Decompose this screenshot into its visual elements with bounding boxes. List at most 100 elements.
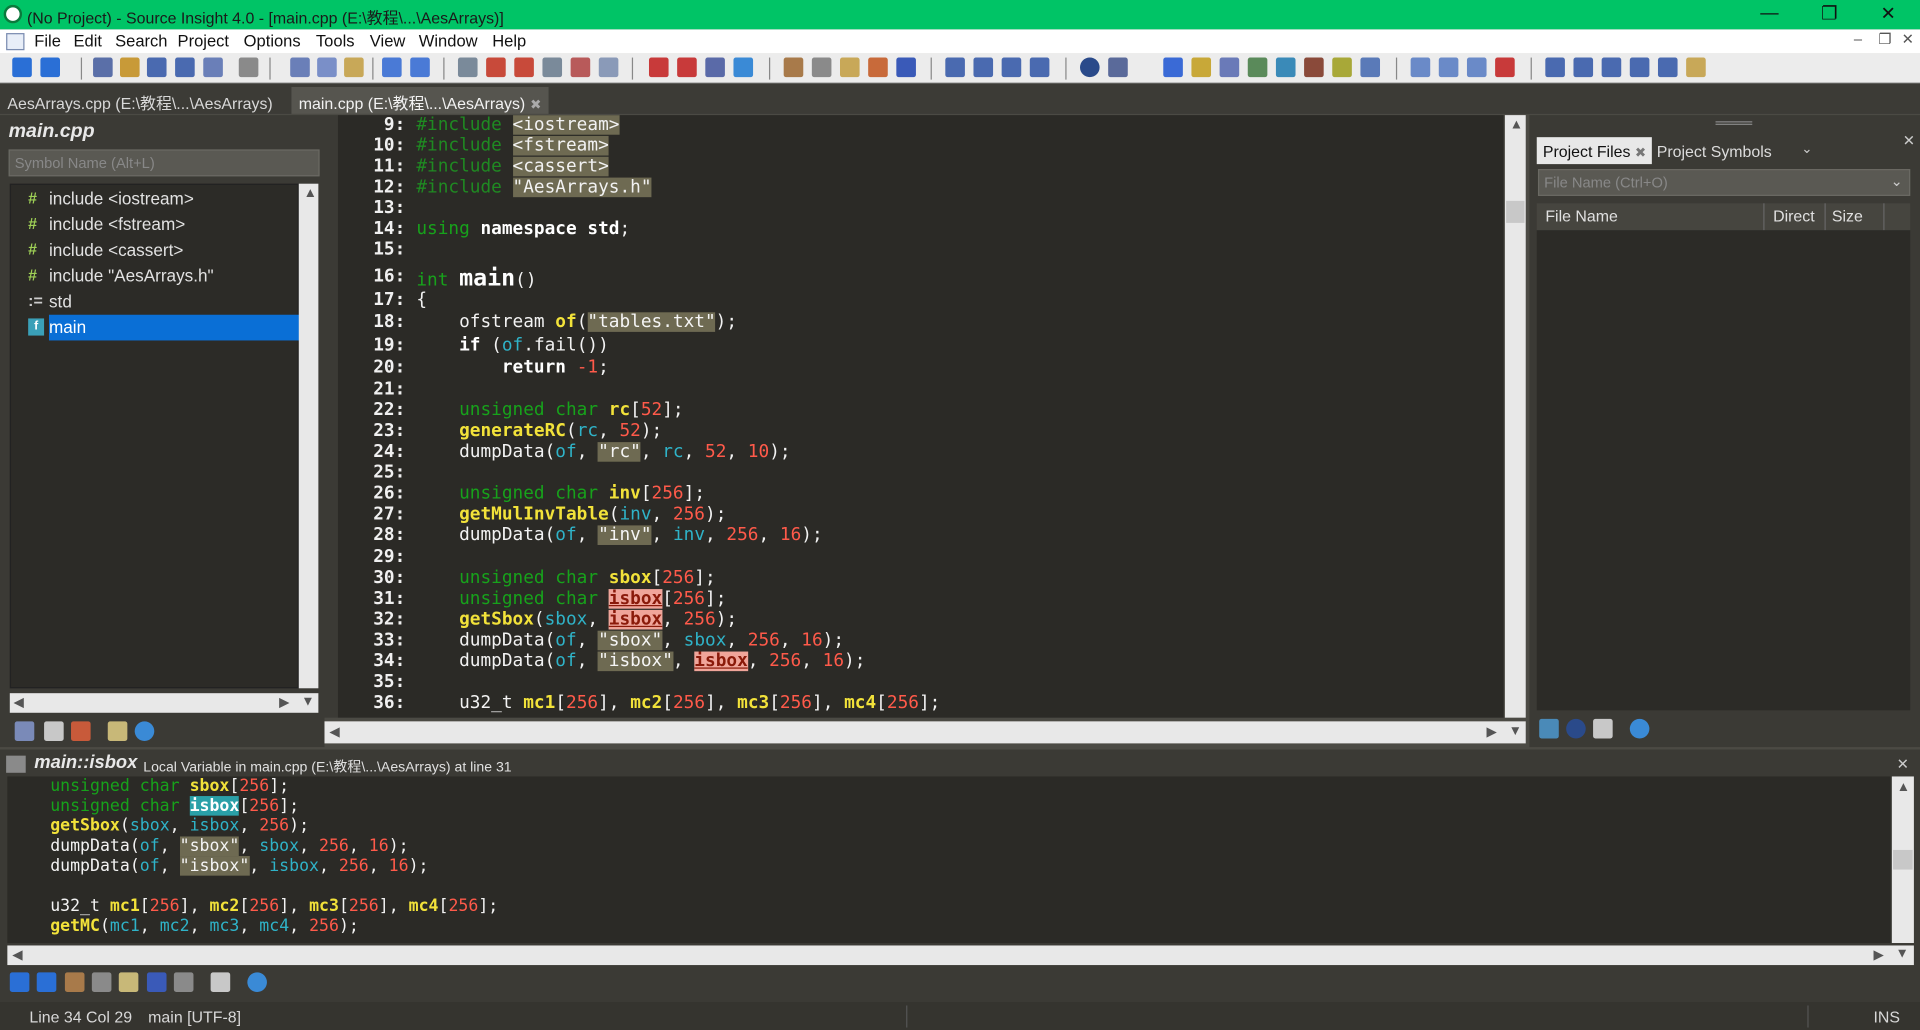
tools-icon[interactable]	[1304, 57, 1324, 78]
book-icon[interactable]	[107, 721, 128, 741]
file-name-input[interactable]: File Name (Ctrl+O) ⌄	[1537, 169, 1911, 196]
references-icon[interactable]	[868, 57, 888, 78]
mdi-close-icon[interactable]: ✕	[1902, 31, 1914, 48]
back-icon[interactable]	[12, 57, 32, 78]
symbol-horizontal-scrollbar[interactable]: ◀ ▶ ▼	[9, 693, 319, 713]
find-next-icon[interactable]	[514, 57, 534, 78]
browse-icon[interactable]	[840, 57, 860, 78]
tab-project-files[interactable]: Project Files ✖	[1536, 137, 1653, 165]
symbol-item-main[interactable]: f main	[11, 314, 301, 341]
relation-icon[interactable]	[896, 57, 916, 78]
menu-options[interactable]: Options	[244, 32, 301, 50]
mdi-minimize-icon[interactable]: –	[1854, 31, 1862, 48]
context-horizontal-scrollbar[interactable]: ◀ ▶ ▼	[7, 945, 1914, 966]
save-all-icon[interactable]	[175, 57, 195, 78]
close-file-icon[interactable]	[203, 57, 223, 78]
search-files-icon[interactable]	[570, 57, 591, 78]
close-context-icon[interactable]: ✕	[1897, 756, 1909, 773]
sort-icon[interactable]	[14, 721, 35, 741]
replace-icon[interactable]	[542, 57, 563, 78]
symbol-info-icon[interactable]	[783, 57, 804, 78]
symbol-info-icon[interactable]	[64, 972, 85, 993]
forward-icon[interactable]	[36, 972, 57, 993]
layout-3-icon[interactable]	[1001, 57, 1022, 78]
categories-icon[interactable]	[71, 721, 91, 741]
indent-left-icon[interactable]	[1410, 57, 1431, 78]
bookmark-next-icon[interactable]	[677, 57, 697, 78]
project-icon[interactable]	[1566, 718, 1586, 739]
d-icon[interactable]	[1629, 57, 1650, 78]
mdi-restore-icon[interactable]: ❐	[1878, 31, 1891, 48]
gear-icon[interactable]	[1629, 718, 1650, 739]
symbol-item[interactable]: # include "AesArrays.h"	[11, 263, 300, 289]
context-window-icon[interactable]	[1219, 57, 1240, 78]
close-panel-icon[interactable]: ✕	[1903, 132, 1915, 149]
close-tab-icon[interactable]: ✖	[1635, 146, 1646, 161]
list-view-icon[interactable]	[44, 721, 64, 741]
chevron-down-icon[interactable]: ⌄	[1801, 141, 1812, 157]
editor-vertical-scrollbar[interactable]: ▲	[1504, 115, 1526, 718]
drag-handle[interactable]	[1715, 121, 1753, 125]
scroll-thumb[interactable]	[1506, 200, 1525, 223]
a-icon[interactable]	[1545, 57, 1565, 78]
menu-file[interactable]: File	[34, 32, 61, 50]
menu-search[interactable]: Search	[115, 32, 167, 50]
close-tab-icon[interactable]: ✖	[530, 98, 541, 113]
star-icon[interactable]	[733, 57, 754, 78]
relation-icon[interactable]	[146, 972, 167, 993]
context-code[interactable]: unsigned char sbox[256]; unsigned char i…	[7, 776, 1891, 944]
minimize-icon[interactable]: —	[1751, 2, 1788, 23]
c-icon[interactable]	[1601, 57, 1622, 78]
tab-main-cpp[interactable]: main.cpp (E:\教程\...\AesArrays) ✖	[291, 86, 549, 114]
e-icon[interactable]	[1657, 57, 1678, 78]
highlight-icon[interactable]	[1332, 57, 1352, 78]
column-direct[interactable]: Direct	[1773, 207, 1815, 225]
column-size[interactable]: Size	[1832, 207, 1863, 225]
wrap-icon[interactable]	[1466, 57, 1487, 78]
scroll-thumb[interactable]	[1893, 849, 1913, 870]
menu-window[interactable]: Window	[419, 32, 478, 50]
b-icon[interactable]	[1573, 57, 1594, 78]
symbol-window-icon[interactable]	[1163, 57, 1183, 78]
tab-project-symbols[interactable]: Project Symbols	[1651, 137, 1778, 164]
copy-icon[interactable]	[317, 57, 337, 78]
project-file-list[interactable]	[1536, 230, 1911, 711]
layout-1-icon[interactable]	[945, 57, 965, 78]
code-editor[interactable]: 9: 10: 11: 12: 13: 14: 15: 16: 17: 18: 19: 20: 21: 22…	[337, 115, 1504, 718]
menu-project[interactable]: Project	[178, 32, 229, 50]
project-icon[interactable]	[1080, 57, 1100, 78]
redo-icon[interactable]	[410, 57, 430, 78]
indent-right-icon[interactable]	[1438, 57, 1459, 78]
menu-edit[interactable]: Edit	[73, 32, 101, 50]
undo-icon[interactable]	[382, 57, 402, 78]
symbol-item[interactable]: # include <fstream>	[11, 212, 300, 238]
sync-icon[interactable]	[1108, 57, 1128, 78]
menu-tools[interactable]: Tools	[316, 32, 355, 50]
symbol-item[interactable]: # include <iostream>	[11, 186, 300, 212]
menu-help[interactable]: Help	[492, 32, 526, 50]
relation-window-icon[interactable]	[1191, 57, 1212, 78]
document-menu-icon[interactable]	[6, 33, 25, 51]
close-all-icon[interactable]	[1495, 57, 1515, 78]
cut-icon[interactable]	[290, 57, 310, 78]
home-icon[interactable]	[1275, 57, 1296, 78]
print-icon[interactable]	[238, 57, 259, 78]
sync-icon[interactable]	[1539, 718, 1559, 739]
lock-icon[interactable]	[210, 972, 231, 993]
list-icon[interactable]	[173, 972, 194, 993]
find-prev-icon[interactable]	[486, 57, 506, 78]
bookmark-icon[interactable]	[648, 57, 669, 78]
forward-icon[interactable]	[40, 57, 61, 78]
f-icon[interactable]	[1686, 57, 1706, 78]
list-icon[interactable]	[1593, 718, 1613, 739]
symbol-item[interactable]: # include <cassert>	[11, 238, 300, 264]
lookup-icon[interactable]	[598, 57, 619, 78]
layout-4-icon[interactable]	[1029, 57, 1050, 78]
jump-def-icon[interactable]	[811, 57, 832, 78]
symbol-item[interactable]: := std	[11, 289, 300, 315]
new-file-icon[interactable]	[93, 57, 113, 78]
clip-window-icon[interactable]	[1247, 57, 1268, 78]
gear-icon[interactable]	[247, 972, 267, 993]
editor-horizontal-scrollbar[interactable]: ◀ ▶ ▼	[324, 721, 1526, 744]
layout-2-icon[interactable]	[973, 57, 994, 78]
